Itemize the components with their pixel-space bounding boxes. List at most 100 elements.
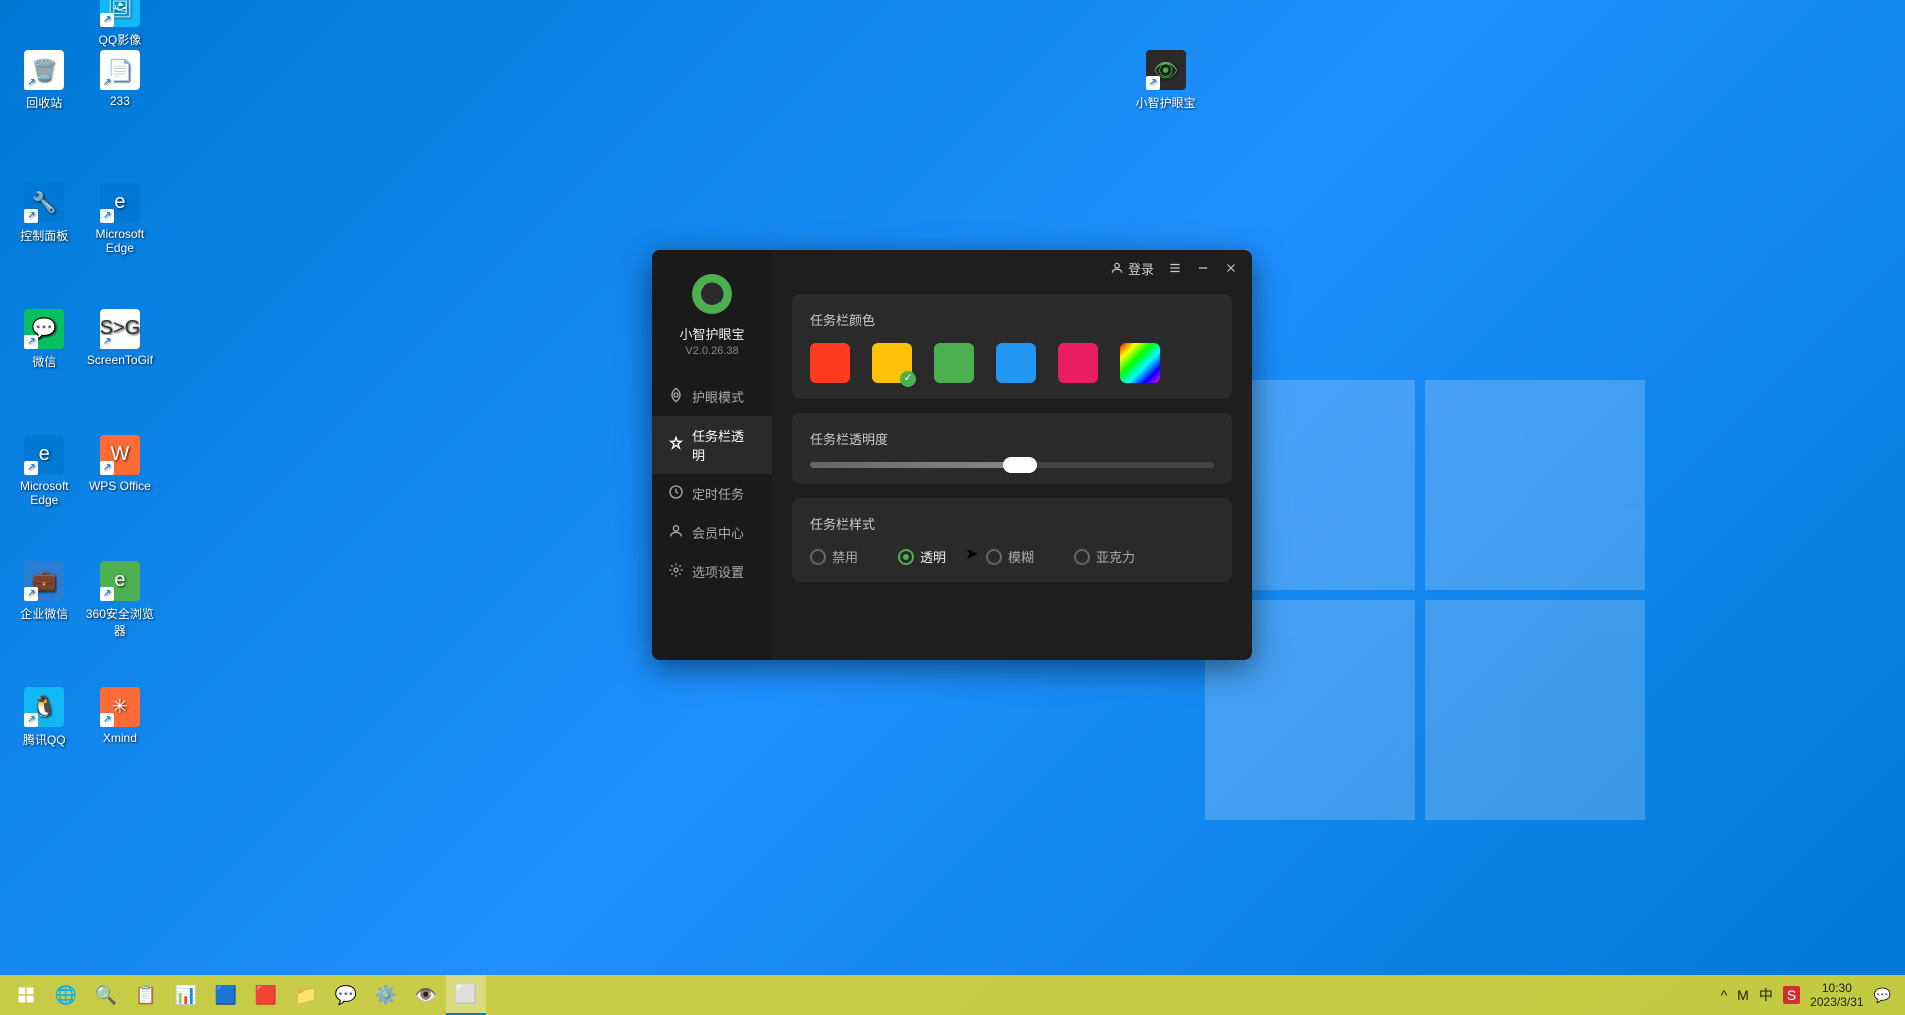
nav-label: 护眼模式: [692, 387, 744, 406]
tray-chevron-icon[interactable]: ^: [1721, 987, 1728, 1003]
windows-logo-watermark: [1205, 380, 1645, 820]
desktop-icon-233[interactable]: 📄↗233: [82, 50, 158, 108]
shortcut-arrow-icon: ↗: [24, 76, 38, 90]
icon-label: 小智护眼宝: [1128, 94, 1204, 111]
menu-icon: [1168, 261, 1182, 275]
app-name: 小智护眼宝: [679, 324, 744, 343]
taskbar-eye-app[interactable]: 👁️: [406, 975, 446, 1015]
taskbar-excel[interactable]: 📊: [166, 975, 206, 1015]
color-row: [810, 343, 1214, 383]
color-swatch-1[interactable]: [872, 343, 912, 383]
desktop-icon-QQ影像[interactable]: 🖼↗ QQ影像: [82, 0, 158, 48]
desktop-icon-WPS Office[interactable]: W↗WPS Office: [82, 435, 158, 493]
icon-label: Microsoft Edge: [6, 479, 82, 507]
icon-glyph: 🐧↗: [24, 687, 64, 727]
color-swatch-3[interactable]: [996, 343, 1036, 383]
login-label: 登录: [1128, 259, 1154, 278]
content-area: 任务栏颜色 任务栏透明度 任务栏样式 禁用透明模糊亚克力: [772, 250, 1252, 660]
taskbar-notes[interactable]: 📋: [126, 975, 166, 1015]
menu-button[interactable]: [1168, 261, 1182, 275]
desktop-icon-腾讯QQ[interactable]: 🐧↗ 腾讯QQ: [6, 687, 82, 748]
shortcut-arrow-icon: ↗: [100, 13, 114, 27]
icon-label: Microsoft Edge: [82, 227, 158, 255]
app-window: 登录 小智护眼宝 V2.0.26.38 护眼模式任务栏透明定时任务会员中心选项设…: [652, 250, 1252, 660]
tray-ime-m[interactable]: M: [1737, 987, 1749, 1003]
taskbar[interactable]: 🌐 🔍 📋 📊 🟦 🟥 📁 💬 ⚙️ 👁️ ⬜ ^ M 中 S 10:30 20…: [0, 975, 1905, 1015]
close-icon: [1224, 261, 1238, 275]
taskbar-active-app[interactable]: ⬜: [446, 975, 486, 1015]
desktop-icon-Xmind[interactable]: ✳↗ Xmind: [82, 687, 158, 745]
nav-item-0[interactable]: 护眼模式: [652, 377, 772, 416]
taskbar-app1[interactable]: 🟦: [206, 975, 246, 1015]
nav-item-1[interactable]: 任务栏透明: [652, 416, 772, 474]
panel-title-opacity: 任务栏透明度: [810, 429, 1214, 448]
nav-label: 选项设置: [692, 562, 744, 581]
tray-time: 10:30: [1810, 981, 1863, 995]
tray-clock[interactable]: 10:30 2023/3/31: [1810, 981, 1863, 1010]
desktop-icon-控制面板[interactable]: 🔧↗控制面板: [6, 183, 82, 244]
radio-style-3[interactable]: 亚克力: [1074, 547, 1135, 566]
slider-thumb[interactable]: [1003, 457, 1037, 473]
shortcut-arrow-icon: ↗: [24, 713, 38, 727]
icon-glyph: 💬↗: [24, 309, 64, 349]
desktop-icon-360安全浏览器[interactable]: e↗360安全浏览器: [82, 561, 158, 639]
panel-taskbar-opacity: 任务栏透明度: [792, 413, 1232, 484]
desktop-icon-回收站[interactable]: 🗑️↗回收站: [6, 50, 82, 111]
radio-row: 禁用 透明 模糊 亚克力: [810, 547, 1214, 566]
tray-ime-zh[interactable]: 中: [1759, 985, 1773, 1005]
desktop-icon-Microsoft Edge[interactable]: e↗Microsoft Edge: [82, 183, 158, 255]
taskbar-search[interactable]: 🔍: [86, 975, 126, 1015]
radio-style-1[interactable]: 透明: [898, 547, 946, 566]
icon-label: 360安全浏览器: [82, 605, 158, 639]
desktop-icon-ScreenToGif[interactable]: S>G↗ScreenToGif: [82, 309, 158, 367]
nav-label: 定时任务: [692, 484, 744, 503]
radio-label: 透明: [920, 547, 946, 566]
icon-glyph: 🗑️↗: [24, 50, 64, 90]
nav-item-2[interactable]: 定时任务: [652, 474, 772, 513]
nav-item-3[interactable]: 会员中心: [652, 513, 772, 552]
icon-glyph: 🖼↗: [100, 0, 140, 27]
taskbar-settings[interactable]: ⚙️: [366, 975, 406, 1015]
radio-circle-icon: [986, 549, 1002, 565]
radio-style-2[interactable]: 模糊: [986, 547, 1034, 566]
desktop-icon-微信[interactable]: 💬↗微信: [6, 309, 82, 370]
icon-label: 腾讯QQ: [6, 731, 82, 748]
icon-label: Xmind: [82, 731, 158, 745]
tray-notifications-icon[interactable]: 💬: [1874, 987, 1891, 1004]
login-button[interactable]: 登录: [1110, 259, 1154, 278]
opacity-slider[interactable]: [810, 462, 1214, 468]
color-swatch-0[interactable]: [810, 343, 850, 383]
sidebar: 小智护眼宝 V2.0.26.38 护眼模式任务栏透明定时任务会员中心选项设置: [652, 250, 772, 660]
user-icon: [1110, 261, 1124, 275]
minimize-button[interactable]: [1196, 261, 1210, 275]
shortcut-arrow-icon: ↗: [1146, 76, 1160, 90]
icon-glyph: ✳↗: [100, 687, 140, 727]
shortcut-arrow-icon: ↗: [24, 587, 38, 601]
minimize-icon: [1196, 261, 1210, 275]
taskbar-wps[interactable]: 🟥: [246, 975, 286, 1015]
taskbar-browser-360[interactable]: 🌐: [46, 975, 86, 1015]
panel-taskbar-style: 任务栏样式 禁用透明模糊亚克力: [792, 498, 1232, 582]
color-swatch-5[interactable]: [1120, 343, 1160, 383]
start-button[interactable]: [6, 975, 46, 1015]
tray-sogou-icon[interactable]: S: [1783, 986, 1800, 1004]
close-button[interactable]: [1224, 261, 1238, 275]
color-swatch-2[interactable]: [934, 343, 974, 383]
taskbar-wechat[interactable]: 💬: [326, 975, 366, 1015]
titlebar: 登录: [1110, 250, 1252, 286]
desktop-icon-Microsoft Edge[interactable]: e↗Microsoft Edge: [6, 435, 82, 507]
nav-item-4[interactable]: 选项设置: [652, 552, 772, 591]
taskbar-explorer[interactable]: 📁: [286, 975, 326, 1015]
mouse-cursor: ➤: [965, 544, 978, 564]
shortcut-arrow-icon: ↗: [100, 76, 114, 90]
color-swatch-4[interactable]: [1058, 343, 1098, 383]
radio-style-0[interactable]: 禁用: [810, 547, 858, 566]
icon-label: 233: [82, 94, 158, 108]
desktop-icon-企业微信[interactable]: 💼↗企业微信: [6, 561, 82, 622]
panel-taskbar-color: 任务栏颜色: [792, 294, 1232, 399]
desktop-icon-小智护眼宝[interactable]: 👁↗小智护眼宝: [1128, 50, 1204, 111]
nav-icon: [668, 562, 684, 581]
shortcut-arrow-icon: ↗: [24, 461, 38, 475]
nav-icon: [668, 484, 684, 503]
icon-label: QQ影像: [82, 31, 158, 48]
